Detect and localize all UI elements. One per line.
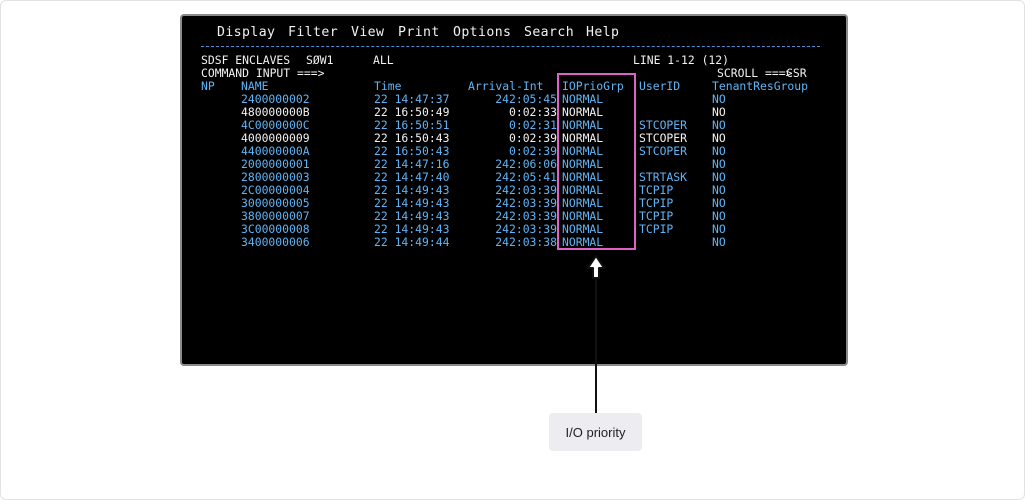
io-priority-callout: I/O priority	[549, 413, 642, 451]
callout-arrow	[587, 255, 605, 413]
